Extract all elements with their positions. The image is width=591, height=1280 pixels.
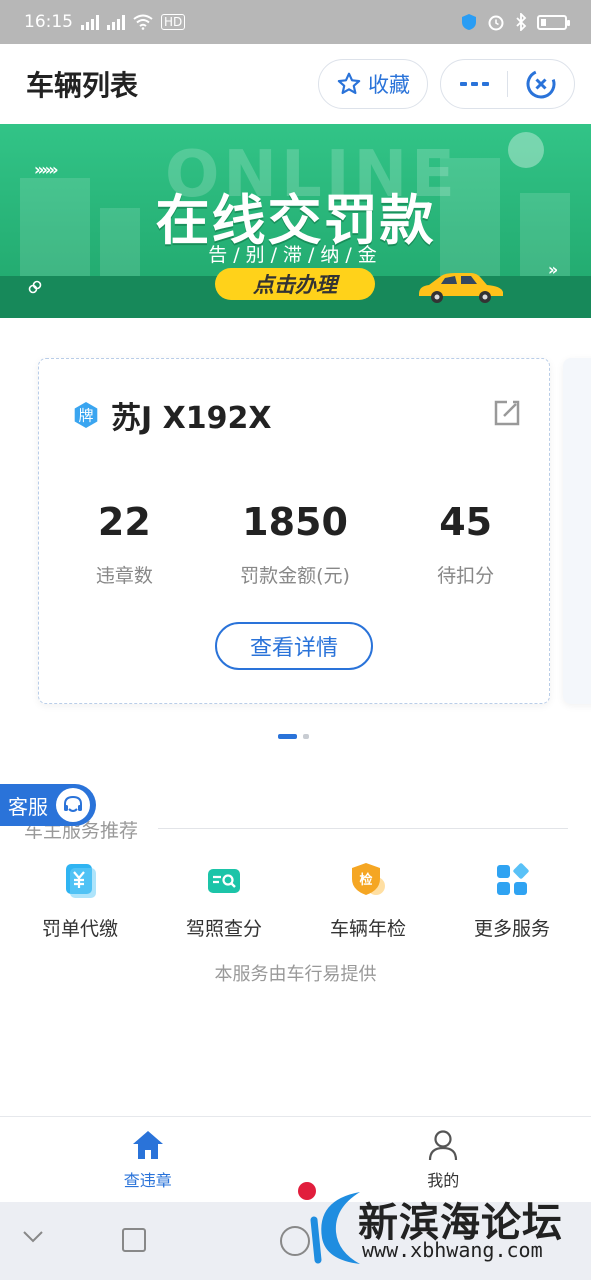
grid-icon [497,863,529,895]
taxi-car-icon [419,273,503,303]
provider-note: 本服务由车行易提供 [214,964,377,985]
more-button[interactable] [441,60,507,108]
shield-icon [462,14,476,30]
plate-badge-text: 牌 [78,407,93,425]
clock: 16:15 [24,12,73,32]
customer-service-button[interactable]: 客服 [0,784,96,826]
stat-label: 违章数 [95,565,153,587]
plate-badge-icon: 牌 [74,402,98,428]
more-dots-icon [459,82,489,86]
alarm-icon [488,15,504,31]
app-screen: 16:15 HD 车辆列表 收藏 ONLINE ›››››› ›› 在线交罚款 … [0,0,591,1280]
stat-points: 45 待扣分 [380,499,551,588]
signal-icon [81,14,99,30]
service-annual-inspection[interactable]: 检 车辆年检 [296,860,440,941]
plate-number: 苏J X192X [111,401,272,436]
license-search-icon [208,869,240,893]
stat-label: 罚款金额(元) [240,565,350,587]
close-icon [526,69,556,99]
watermark-url: www.xbhwang.com [362,1238,543,1262]
tab-violations[interactable]: 查违章 [0,1117,296,1202]
carousel-dot-active [278,734,297,739]
status-bar: 16:15 HD [0,0,591,44]
headset-icon [56,788,90,822]
stat-value: 45 [439,500,493,544]
pay-fine-banner[interactable]: ONLINE ›››››› ›› 在线交罚款 告/别/滞/纳/金 点击办理 [0,124,591,318]
favorite-button[interactable]: 收藏 [318,59,428,109]
service-grid: 罚单代缴 驾照查分 检 车辆年检 更多服务 [8,860,584,941]
sun-shape [508,132,544,168]
banner-subtitle: 告/别/滞/纳/金 [208,244,383,266]
service-more[interactable]: 更多服务 [440,860,584,941]
customer-service-label: 客服 [8,794,48,819]
favorite-label: 收藏 [368,73,410,97]
stat-violations: 22 违章数 [39,499,210,588]
edit-icon[interactable] [493,399,521,427]
carousel-dot [303,734,309,739]
star-icon [337,72,361,95]
signal-icon [107,14,125,30]
stat-value: 1850 [242,500,348,544]
next-vehicle-card-peek[interactable] [563,358,591,704]
service-license-points[interactable]: 驾照查分 [152,860,296,941]
service-fine-payment[interactable]: 罚单代缴 [8,860,152,941]
user-icon [429,1130,458,1161]
service-label: 更多服务 [473,918,550,940]
view-details-button[interactable]: 查看详情 [215,622,373,670]
square-nav-icon[interactable] [122,1228,146,1252]
home-icon [132,1131,163,1159]
stat-fine-amount: 1850 罚款金额(元) [210,499,381,588]
inspection-shield-icon: 检 [352,863,385,895]
tab-label: 查违章 [123,1171,172,1190]
yen-card-icon [66,864,96,898]
chevron-down-icon[interactable] [22,1230,44,1244]
link-icon [28,280,42,294]
banner-cta-button[interactable]: 点击办理 [215,268,375,300]
service-label: 车辆年检 [329,918,406,940]
nav-header: 车辆列表 收藏 [0,44,591,124]
carousel-indicator [278,734,309,739]
watermark-logo-icon [310,1192,360,1264]
service-label: 驾照查分 [185,918,262,940]
wifi-icon [133,14,153,30]
close-miniprogram-button[interactable] [508,60,574,108]
page-title: 车辆列表 [26,69,139,102]
stat-value: 22 [97,500,151,544]
service-label: 罚单代缴 [41,918,118,940]
inspection-badge-text: 检 [359,872,372,888]
battery-icon [537,14,570,30]
vehicle-stats: 22 违章数 1850 罚款金额(元) 45 待扣分 [39,499,551,588]
section-divider [158,828,568,829]
vehicle-card[interactable]: 牌 苏J X192X 22 违章数 1850 罚款金额(元) 45 待扣分 查看… [38,358,550,704]
site-watermark: 新滨海论坛 www.xbhwang.com [296,1180,591,1280]
bluetooth-icon [516,13,527,31]
capsule-menu [440,59,575,109]
stat-label: 待扣分 [437,565,495,587]
hd-icon: HD [161,14,186,30]
